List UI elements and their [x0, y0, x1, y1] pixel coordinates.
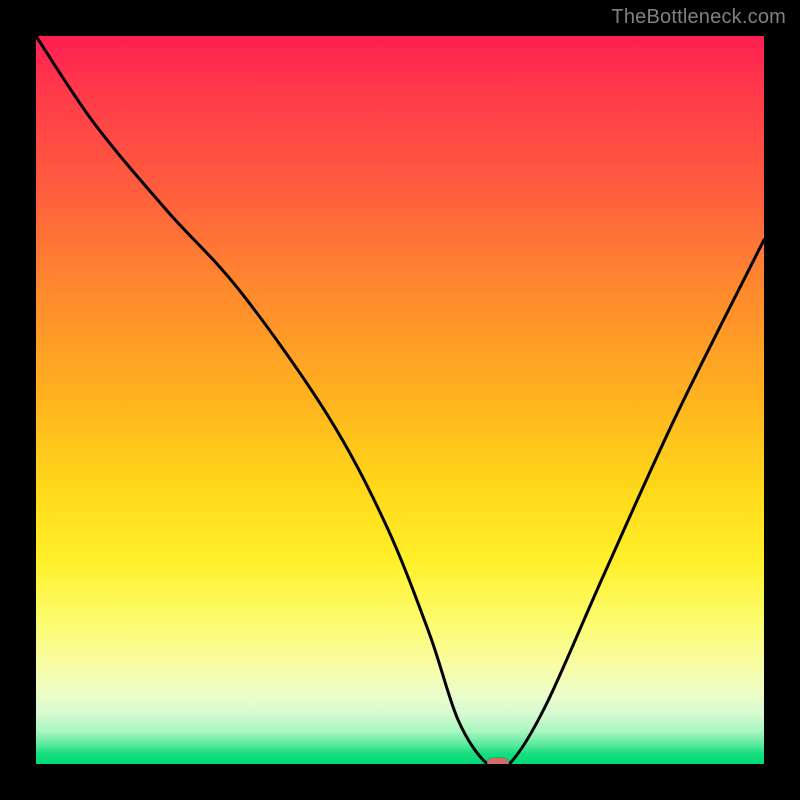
optimal-point-marker: [487, 758, 509, 764]
chart-frame: TheBottleneck.com: [0, 0, 800, 800]
bottleneck-curve: [36, 36, 764, 764]
plot-area: [36, 36, 764, 764]
watermark-text: TheBottleneck.com: [611, 6, 786, 29]
